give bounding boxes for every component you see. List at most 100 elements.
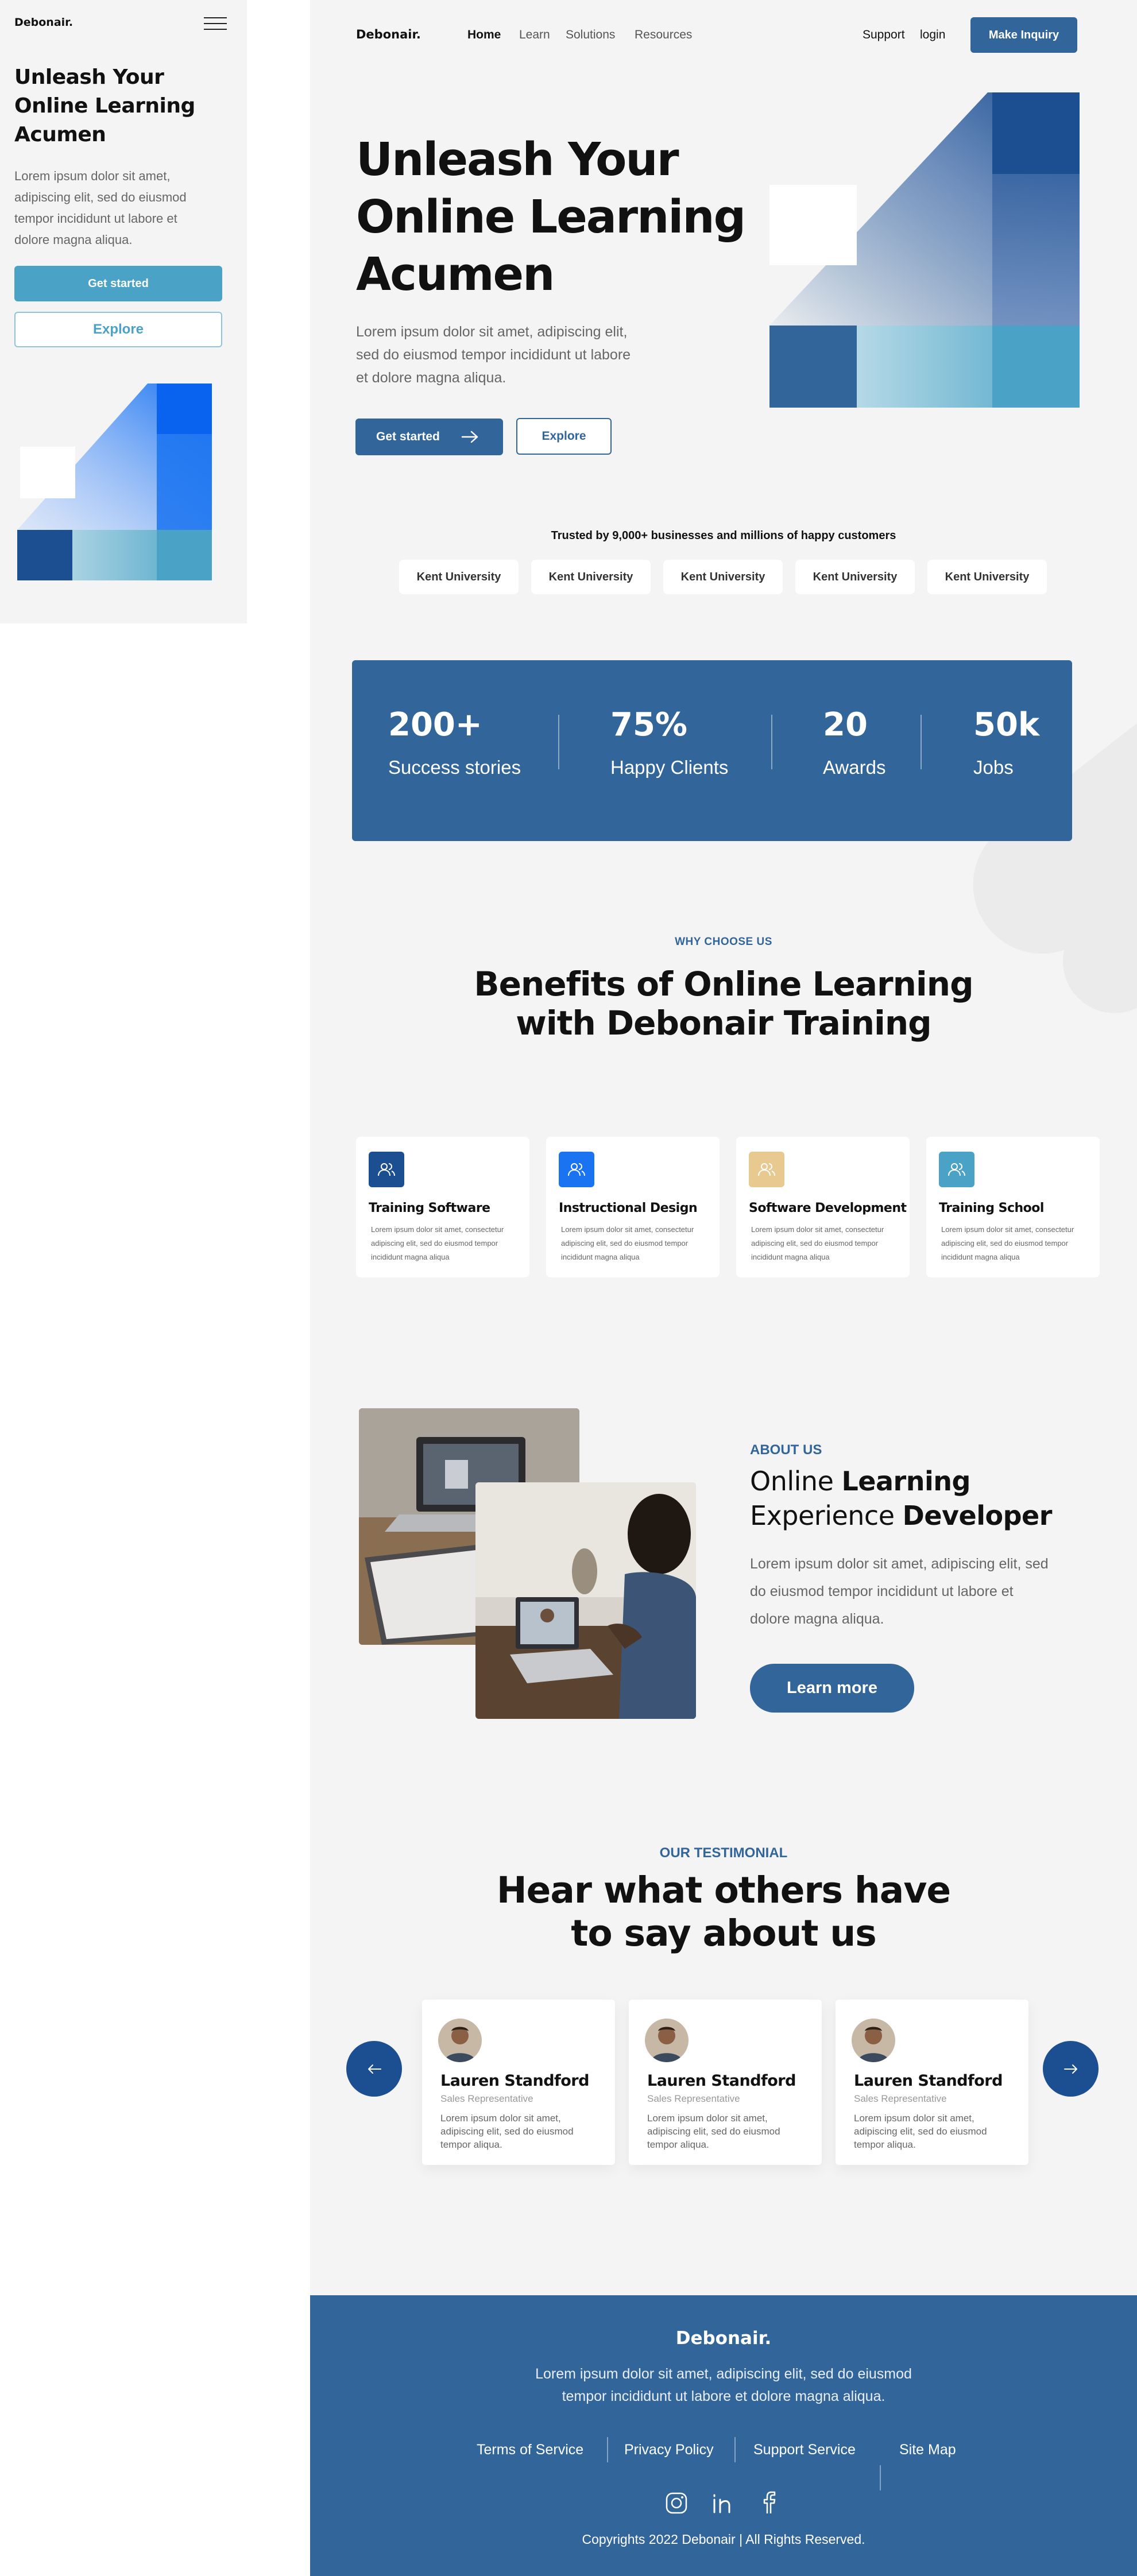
nav-link-home[interactable]: Home [467,28,501,42]
stat-label: Awards [823,757,886,778]
nav-link-support[interactable]: Support [863,28,905,42]
footer-divider [734,2437,736,2462]
users-icon [559,1152,594,1187]
stat-divider [921,715,922,769]
testimonial-role: Sales Representative [647,2093,740,2104]
benefit-card[interactable]: Training Software Lorem ipsum dolor sit … [356,1137,529,1277]
partner-logo: Kent University [927,560,1047,594]
stat-value: 75% [610,706,688,743]
card-title: Instructional Design [559,1201,698,1215]
nav-link-learn[interactable]: Learn [519,28,550,42]
stat-value: 200+ [388,706,482,743]
testimonial-role: Sales Representative [854,2093,947,2104]
linkedin-icon[interactable] [710,2490,735,2516]
mobile-logo[interactable]: Debonair. [14,16,73,29]
stat-label: Success stories [388,757,521,778]
testimonial-role: Sales Representative [440,2093,533,2104]
section-title: Hear what others have to say about us [496,1869,951,1954]
card-description: Lorem ipsum dolor sit amet, consectetur a… [371,1225,504,1261]
mobile-get-started-button[interactable]: Get started [14,266,222,301]
testimonial-quote: Lorem ipsum dolor sit amet, adipiscing el… [647,2113,780,2150]
footer-description: Lorem ipsum dolor sit amet, adipiscing e… [535,2366,912,2404]
stat-value: 20 [823,706,868,743]
benefit-card[interactable]: Software Development Lorem ipsum dolor s… [736,1137,910,1277]
avatar [645,2019,689,2062]
arrow-left-icon [368,2064,381,2074]
desktop-page: Debonair. Home Learn Solutions Resources… [310,0,1137,2576]
partner-logo: Kent University [663,560,783,594]
benefit-card[interactable]: Training School Lorem ipsum dolor sit am… [926,1137,1100,1277]
nav-link-login[interactable]: login [920,28,945,42]
stat-label: Jobs [973,757,1014,778]
stat-divider [771,715,772,769]
footer-divider [607,2437,608,2462]
instagram-icon[interactable] [664,2490,689,2516]
avatar [852,2019,895,2062]
learn-more-button[interactable]: Learn more [750,1664,914,1713]
footer-link-sitemap[interactable]: Site Map [899,2442,956,2458]
mobile-hero-illustration [17,384,212,580]
users-icon [369,1152,404,1187]
nav-link-solutions[interactable]: Solutions [566,28,615,42]
hamburger-menu-icon[interactable] [204,16,227,31]
hero-description: Lorem ipsum dolor sit amet, adipiscing e… [356,324,631,386]
users-icon [939,1152,974,1187]
benefit-card[interactable]: Instructional Design Lorem ipsum dolor s… [546,1137,720,1277]
mobile-explore-button[interactable]: Explore [14,312,222,347]
users-icon [749,1152,784,1187]
footer: Debonair. Lorem ipsum dolor sit amet, ad… [310,2295,1137,2576]
testimonial-card: Lauren Standford Sales Representative Lo… [836,2000,1028,2165]
hero-illustration [769,92,1080,408]
arrow-right-icon [1063,2064,1077,2074]
footer-link-terms[interactable]: Terms of Service [477,2442,583,2458]
card-title: Software Development [749,1201,907,1215]
card-title: Training Software [369,1201,490,1215]
trusted-by-text: Trusted by 9,000+ businesses and million… [551,529,896,542]
section-eyebrow: ABOUT US [750,1442,822,1458]
stat-label: Happy Clients [610,757,729,778]
footer-logo[interactable]: Debonair. [310,2328,1137,2349]
nav-link-resources[interactable]: Resources [635,28,692,42]
mobile-hero-title: Unleash Your Online Learning Acumen [14,65,195,146]
explore-button[interactable]: Explore [516,418,612,455]
avatar [438,2019,482,2062]
about-title: Online Learning Experience Developer [750,1466,1052,1531]
facebook-icon[interactable] [756,2490,781,2516]
about-description: Lorem ipsum dolor sit amet, adipiscing e… [750,1556,1049,1627]
testimonial-card: Lauren Standford Sales Representative Lo… [629,2000,822,2165]
stat-value: 50k [973,706,1040,743]
section-title: Benefits of Online Learning with Debonai… [474,964,973,1043]
footer-divider [880,2465,881,2490]
card-description: Lorem ipsum dolor sit amet, consectetur a… [751,1225,884,1261]
copyright: Copyrights 2022 Debonair | All Rights Re… [582,2532,865,2547]
card-description: Lorem ipsum dolor sit amet, consectetur a… [941,1225,1074,1261]
make-inquiry-button[interactable]: Make Inquiry [970,17,1077,53]
testimonial-name: Lauren Standford [440,2072,589,2090]
section-eyebrow: OUR TESTIMONIAL [659,1845,788,1861]
arrow-right-icon [461,431,478,443]
testimonial-quote: Lorem ipsum dolor sit amet, adipiscing el… [440,2113,574,2150]
get-started-label: Get started [376,430,440,443]
testimonial-name: Lauren Standford [854,2072,1003,2090]
get-started-button[interactable]: Get started [355,419,503,455]
card-title: Training School [939,1201,1044,1215]
partner-logo: Kent University [795,560,915,594]
stat-divider [558,715,559,769]
partner-logo: Kent University [399,560,519,594]
carousel-next-button[interactable] [1043,2041,1099,2097]
footer-link-support[interactable]: Support Service [753,2442,856,2458]
testimonial-name: Lauren Standford [647,2072,796,2090]
mobile-hero-description: Lorem ipsum dolor sit amet, adipiscing e… [14,169,187,247]
man-video-call-photo [475,1482,696,1719]
partner-logo: Kent University [531,560,651,594]
card-description: Lorem ipsum dolor sit amet, consectetur a… [561,1225,694,1261]
testimonial-quote: Lorem ipsum dolor sit amet, adipiscing el… [854,2113,987,2150]
section-eyebrow: WHY CHOOSE US [675,936,772,948]
carousel-prev-button[interactable] [346,2041,402,2097]
hero-title: Unleash Your Online Learning Acumen [356,133,746,301]
site-logo[interactable]: Debonair. [356,28,421,41]
mobile-preview: Debonair. Unleash Your Online Learning A… [0,0,247,623]
stats-banner: 200+ Success stories 75% Happy Clients 2… [352,660,1072,841]
testimonial-card: Lauren Standford Sales Representative Lo… [422,2000,615,2165]
footer-link-privacy[interactable]: Privacy Policy [624,2442,714,2458]
